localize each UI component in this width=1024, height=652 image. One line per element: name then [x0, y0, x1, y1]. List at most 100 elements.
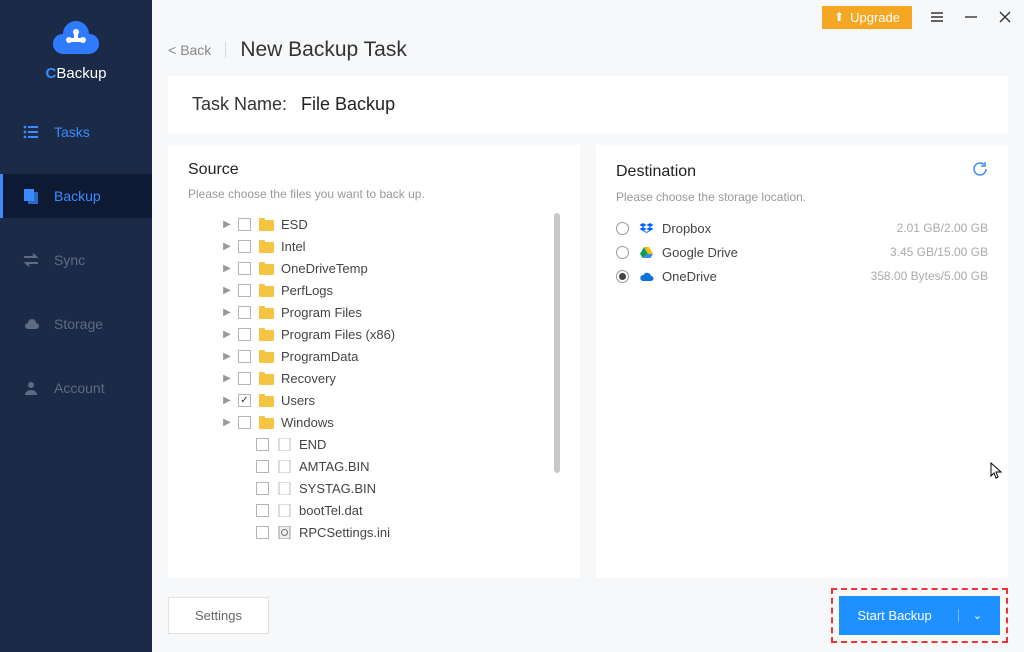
copy-icon [22, 187, 40, 205]
settings-button[interactable]: Settings [168, 597, 269, 634]
service-icon [639, 221, 654, 236]
destination-subtitle: Please choose the storage location. [616, 190, 988, 204]
app-name: CBackup [46, 65, 107, 82]
destination-quota: 358.00 Bytes/5.00 GB [871, 269, 988, 283]
source-tree: ▶ESD▶Intel▶OneDriveTemp▶PerfLogs▶Program… [188, 213, 560, 562]
sidebar-item-account[interactable]: Account [0, 366, 152, 410]
file-icon [277, 438, 292, 451]
item-name: ESD [281, 217, 308, 232]
expand-icon[interactable]: ▶ [222, 351, 232, 362]
minimize-icon[interactable] [962, 8, 980, 26]
folder-icon [259, 350, 274, 363]
panels: Source Please choose the files you want … [168, 145, 1008, 578]
folder-icon [259, 240, 274, 253]
radio[interactable] [616, 246, 629, 259]
radio[interactable] [616, 270, 629, 283]
close-icon[interactable] [996, 8, 1014, 26]
folder-row[interactable]: ▶ ESD [188, 213, 550, 235]
folder-row[interactable]: ▶ProgramData [188, 345, 550, 367]
sidebar: CBackup Tasks Backup Sync Storage Account [0, 0, 152, 652]
sidebar-item-label: Storage [54, 316, 103, 332]
sidebar-item-backup[interactable]: Backup [0, 174, 152, 218]
start-backup-button[interactable]: Start Backup ⌄ [839, 596, 1000, 635]
checkbox[interactable] [238, 240, 251, 253]
expand-icon[interactable]: ▶ [222, 329, 232, 340]
checkbox[interactable] [238, 284, 251, 297]
checkbox[interactable] [238, 262, 251, 275]
checkbox[interactable] [256, 526, 269, 539]
checkbox[interactable] [256, 482, 269, 495]
expand-icon[interactable]: ▶ [222, 219, 232, 230]
checkbox[interactable] [238, 218, 251, 231]
checkbox[interactable] [256, 438, 269, 451]
sidebar-item-label: Tasks [54, 124, 90, 140]
menu-icon[interactable] [928, 8, 946, 26]
file-row[interactable]: SYSTAG.BIN [188, 477, 550, 499]
folder-row[interactable]: ▶ Intel [188, 235, 550, 257]
radio[interactable] [616, 222, 629, 235]
folder-row[interactable]: ▶PerfLogs [188, 279, 550, 301]
destination-list: Dropbox2.01 GB/2.00 GBGoogle Drive3.45 G… [616, 216, 988, 288]
expand-icon[interactable]: ▶ [222, 373, 232, 384]
upgrade-button[interactable]: ⬆ Upgrade [822, 6, 912, 29]
sidebar-item-storage[interactable]: Storage [0, 302, 152, 346]
expand-icon[interactable]: ▶ [222, 307, 232, 318]
upload-icon: ⬆ [834, 10, 844, 24]
chevron-down-icon[interactable]: ⌄ [958, 609, 982, 622]
destination-quota: 3.45 GB/15.00 GB [890, 245, 988, 259]
sidebar-item-tasks[interactable]: Tasks [0, 110, 152, 154]
expand-icon[interactable]: ▶ [222, 417, 232, 428]
item-name: Intel [281, 239, 306, 254]
checkbox[interactable] [238, 372, 251, 385]
item-name: SYSTAG.BIN [299, 481, 376, 496]
cloud-logo-icon [53, 18, 99, 59]
item-name: Users [281, 393, 315, 408]
service-icon [639, 269, 654, 284]
folder-icon [259, 284, 274, 297]
file-row[interactable]: AMTAG.BIN [188, 455, 550, 477]
expand-icon[interactable]: ▶ [222, 285, 232, 296]
task-name-value[interactable]: File Backup [301, 94, 395, 115]
checkbox[interactable] [238, 416, 251, 429]
checkbox[interactable] [238, 350, 251, 363]
folder-row[interactable]: ▶Recovery [188, 367, 550, 389]
folder-row[interactable]: ▶ ✓ Users [188, 389, 550, 411]
back-button[interactable]: < Back [168, 42, 226, 58]
destination-row[interactable]: Dropbox2.01 GB/2.00 GB [616, 216, 988, 240]
source-subtitle: Please choose the files you want to back… [188, 187, 560, 201]
expand-icon[interactable]: ▶ [222, 263, 232, 274]
settings-file-icon [277, 526, 292, 539]
checkbox[interactable]: ✓ [238, 394, 251, 407]
item-name: AMTAG.BIN [299, 459, 370, 474]
destination-quota: 2.01 GB/2.00 GB [897, 221, 988, 235]
file-icon [277, 504, 292, 517]
checkbox[interactable] [238, 306, 251, 319]
folder-icon [259, 328, 274, 341]
refresh-icon[interactable] [972, 161, 988, 182]
expand-icon[interactable]: ▶ [222, 395, 232, 406]
page-title: New Backup Task [240, 38, 407, 62]
checkbox[interactable] [256, 504, 269, 517]
file-row[interactable]: END [188, 433, 550, 455]
folder-icon [259, 218, 274, 231]
destination-row[interactable]: OneDrive 358.00 Bytes/5.00 GB [616, 264, 988, 288]
folder-row[interactable]: ▶Program Files (x86) [188, 323, 550, 345]
destination-name: OneDrive [662, 269, 717, 284]
checkbox[interactable] [238, 328, 251, 341]
sidebar-item-sync[interactable]: Sync [0, 238, 152, 282]
file-icon [277, 482, 292, 495]
scrollbar[interactable] [554, 213, 560, 473]
item-name: END [299, 437, 326, 452]
file-row[interactable]: bootTel.dat [188, 499, 550, 521]
folder-row[interactable]: ▶OneDriveTemp [188, 257, 550, 279]
upgrade-label: Upgrade [850, 10, 900, 25]
folder-row[interactable]: ▶Program Files [188, 301, 550, 323]
destination-row[interactable]: Google Drive3.45 GB/15.00 GB [616, 240, 988, 264]
file-row[interactable]: RPCSettings.ini [188, 521, 550, 543]
footer: Settings Start Backup ⌄ [152, 578, 1024, 652]
checkbox[interactable] [256, 460, 269, 473]
sidebar-nav: Tasks Backup Sync Storage Account [0, 110, 152, 430]
expand-icon[interactable]: ▶ [222, 241, 232, 252]
chevron-left-icon: < [168, 42, 176, 58]
folder-row[interactable]: ▶Windows [188, 411, 550, 433]
